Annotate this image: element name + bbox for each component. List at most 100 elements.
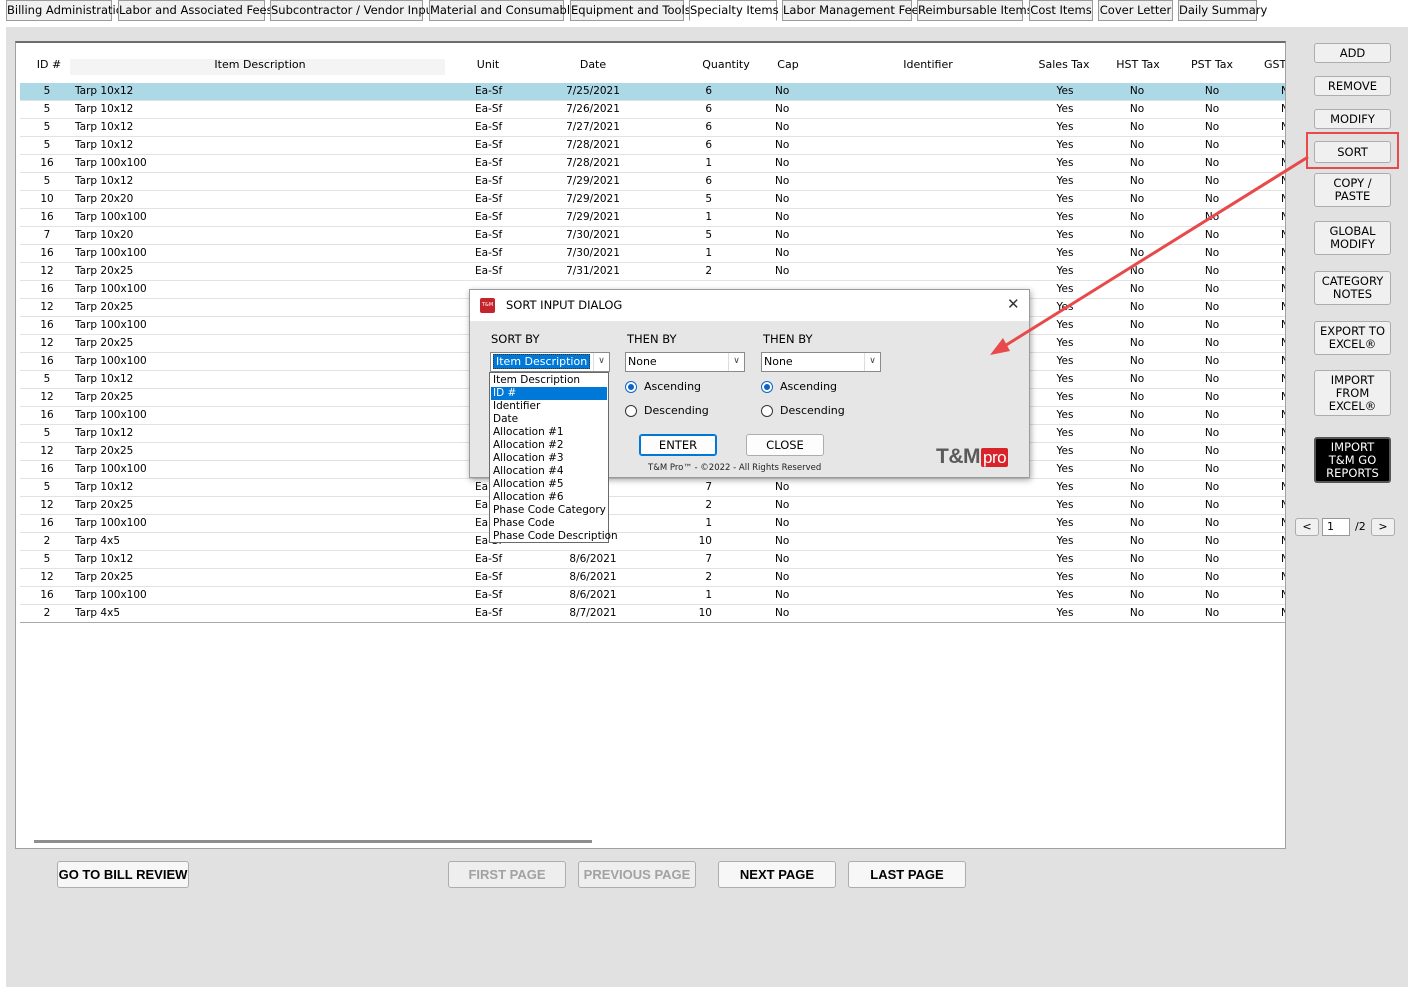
tab-labor-and-associated-fees[interactable]: Labor and Associated Fees [118,0,273,21]
close-button[interactable]: CLOSE [746,434,824,456]
table-cell: 5 [43,427,51,439]
sort-by-dropdown-list[interactable]: Item Description ID # Identifier Date Alloca… [489,372,618,543]
col-hst-tax[interactable]: HST Tax [1112,58,1164,71]
table-row[interactable]: 2Tarp 4x5Ea-Sf10NoYesNoNoN [20,533,1285,551]
table-cell: 7/29/2021 [566,175,620,187]
table-row[interactable]: 5 Tarp 10x12 Ea-Sf 7/28/2021 6 No Yes No No N [20,137,1285,155]
tab-equipment-and-tools[interactable]: Equipment and Tools [570,0,691,21]
next-page-small-button[interactable]: > [1371,518,1395,536]
dropdown-option[interactable]: Phase Code [491,517,607,530]
table-row[interactable]: 12Tarp 20x25Ea2NoYesNoNoN [20,497,1285,515]
col-gst[interactable]: GST [1264,58,1285,71]
table-row[interactable]: 5Tarp 10x12Ea7NoYesNoNoN [20,479,1285,497]
table-row[interactable]: 10 Tarp 20x20 Ea-Sf 7/29/2021 5 No Yes No No N [20,191,1285,209]
prev-page-small-button[interactable]: < [1295,518,1319,536]
export-excel-button[interactable]: EXPORT TO EXCEL® [1314,321,1391,355]
table-cell: 7/28/2021 [566,157,620,169]
page-number-input[interactable]: 1 [1322,518,1350,536]
tab-daily-summary[interactable]: Daily Summary [1178,0,1267,21]
dropdown-option[interactable]: ID # [491,387,607,400]
table-row[interactable]: 5 Tarp 10x12 Ea-Sf 7/26/2021 6 No Yes No No N [20,101,1285,119]
tab-specialty-items[interactable]: Specialty Items [689,0,779,21]
tab-cover-letter[interactable]: Cover Letter [1098,0,1173,21]
tab-billing-administration[interactable]: Billing Administration [6,0,130,21]
modify-button[interactable]: MODIFY [1314,109,1391,129]
dropdown-option[interactable]: Allocation #1 [491,426,607,439]
table-cell: 1 [705,517,712,529]
tab-labor-management-fee[interactable]: Labor Management Fee [782,0,919,21]
then-by-value-1: None [628,355,657,368]
table-cell: No [1129,391,1145,403]
table-row[interactable]: 12 Tarp 20x25 Ea-Sf 7/31/2021 2 No Yes No No N [20,263,1285,281]
dropdown-option[interactable]: Allocation #2 [491,439,607,452]
table-row[interactable]: 16Tarp 100x100Ea1NoYesNoNoN [20,515,1285,533]
chevron-down-icon[interactable]: ∨ [593,353,609,371]
dropdown-option[interactable]: Allocation #3 [491,452,607,465]
dropdown-option[interactable]: Date [491,413,607,426]
col-date[interactable]: Date [568,58,618,71]
tab-material-and-consumable[interactable]: Material and Consumable [429,0,577,21]
remove-button[interactable]: REMOVE [1314,76,1391,96]
table-row[interactable]: 16 Tarp 100x100 Ea-Sf 7/29/2021 1 No Yes No No N [20,209,1285,227]
dropdown-option[interactable]: Item Description [491,374,607,387]
dropdown-option[interactable]: Allocation #5 [491,478,607,491]
horizontal-scrollbar[interactable] [34,840,592,843]
sort-by-select[interactable]: Item Description ∨ [490,352,610,372]
table-cell: Yes [1056,283,1074,295]
table-row[interactable]: 5 Tarp 10x12 Ea-Sf 7/29/2021 6 No Yes No No N [20,173,1285,191]
table-row[interactable]: 16 Tarp 100x100 Ea-Sf 8/6/2021 1 No Yes No No N [20,587,1285,605]
col-unit[interactable]: Unit [468,58,508,71]
table-cell: Yes [1056,571,1074,583]
table-row[interactable]: 5 Tarp 10x12 Ea-Sf 7/25/2021 6 No Yes No No N [20,83,1285,101]
col-pst-tax[interactable]: PST Tax [1186,58,1238,71]
col-quantity[interactable]: Quantity [698,58,754,71]
dropdown-option[interactable]: Phase Code Category [491,504,607,517]
copy-paste-button[interactable]: COPY / PASTE [1314,173,1391,207]
first-page-button[interactable]: FIRST PAGE [448,861,566,888]
tab-reimbursable-items[interactable]: Reimbursable Items [917,0,1033,21]
table-cell: No [1129,427,1145,439]
radio-unchecked-icon [625,405,637,417]
table-cell: No [775,229,790,241]
last-page-button[interactable]: LAST PAGE [848,861,966,888]
col-id[interactable]: ID # [34,58,64,71]
close-icon[interactable]: ✕ [1007,295,1020,313]
next-page-button[interactable]: NEXT PAGE [718,861,836,888]
table-cell: Yes [1056,265,1074,277]
then-by-select-1[interactable]: None ∨ [625,352,745,372]
table-row[interactable]: 2 Tarp 4x5 Ea-Sf 8/7/2021 10 No Yes No No N [20,605,1285,623]
dropdown-option[interactable]: Allocation #6 [491,491,607,504]
table-cell: Yes [1056,337,1074,349]
tab-cost-items[interactable]: Cost Items [1029,0,1093,21]
table-row[interactable]: 16 Tarp 100x100 Ea-Sf 7/30/2021 1 No Yes No No N [20,245,1285,263]
table-cell: No [1204,301,1220,313]
import-excel-button[interactable]: IMPORT FROM EXCEL® [1314,370,1391,416]
table-row[interactable]: 5 Tarp 10x12 Ea-Sf 7/27/2021 6 No Yes No No N [20,119,1285,137]
go-to-bill-review-button[interactable]: GO TO BILL REVIEW [57,861,189,888]
add-button[interactable]: ADD [1314,43,1391,63]
dropdown-option[interactable]: Phase Code Description [491,530,618,543]
category-notes-button[interactable]: CATEGORY NOTES [1314,271,1391,305]
then-by-select-2[interactable]: None ∨ [761,352,881,372]
table-row[interactable]: 5 Tarp 10x12 Ea-Sf 8/6/2021 7 No Yes No No N [20,551,1285,569]
table-cell: No [1129,121,1145,133]
table-row[interactable]: 12 Tarp 20x25 Ea-Sf 8/6/2021 2 No Yes No No N [20,569,1285,587]
dropdown-option[interactable]: Allocation #4 [491,465,607,478]
table-row[interactable]: 7 Tarp 10x20 Ea-Sf 7/30/2021 5 No Yes No No N [20,227,1285,245]
import-tm-go-button[interactable]: IMPORT T&M GO REPORTS [1314,437,1391,483]
col-identifier[interactable]: Identifier [888,58,968,71]
col-cap[interactable]: Cap [768,58,808,71]
table-cell: Tarp 10x20 [75,229,134,241]
col-sales-tax[interactable]: Sales Tax [1034,58,1094,71]
dropdown-option[interactable]: Identifier [491,400,607,413]
tab-subcontractor-vendor-input[interactable]: Subcontractor / Vendor Input [270,0,437,21]
table-row[interactable]: 16 Tarp 100x100 Ea-Sf 7/28/2021 1 No Yes No No N [20,155,1285,173]
global-modify-button[interactable]: GLOBAL MODIFY [1314,221,1391,255]
chevron-down-icon[interactable]: ∨ [728,353,744,371]
table-cell: No [1129,139,1145,151]
previous-page-button[interactable]: PREVIOUS PAGE [578,861,696,888]
col-item-description[interactable]: Item Description [170,58,350,71]
enter-button[interactable]: ENTER [639,434,717,456]
chevron-down-icon[interactable]: ∨ [864,353,880,371]
grid-end-line [20,622,1285,623]
